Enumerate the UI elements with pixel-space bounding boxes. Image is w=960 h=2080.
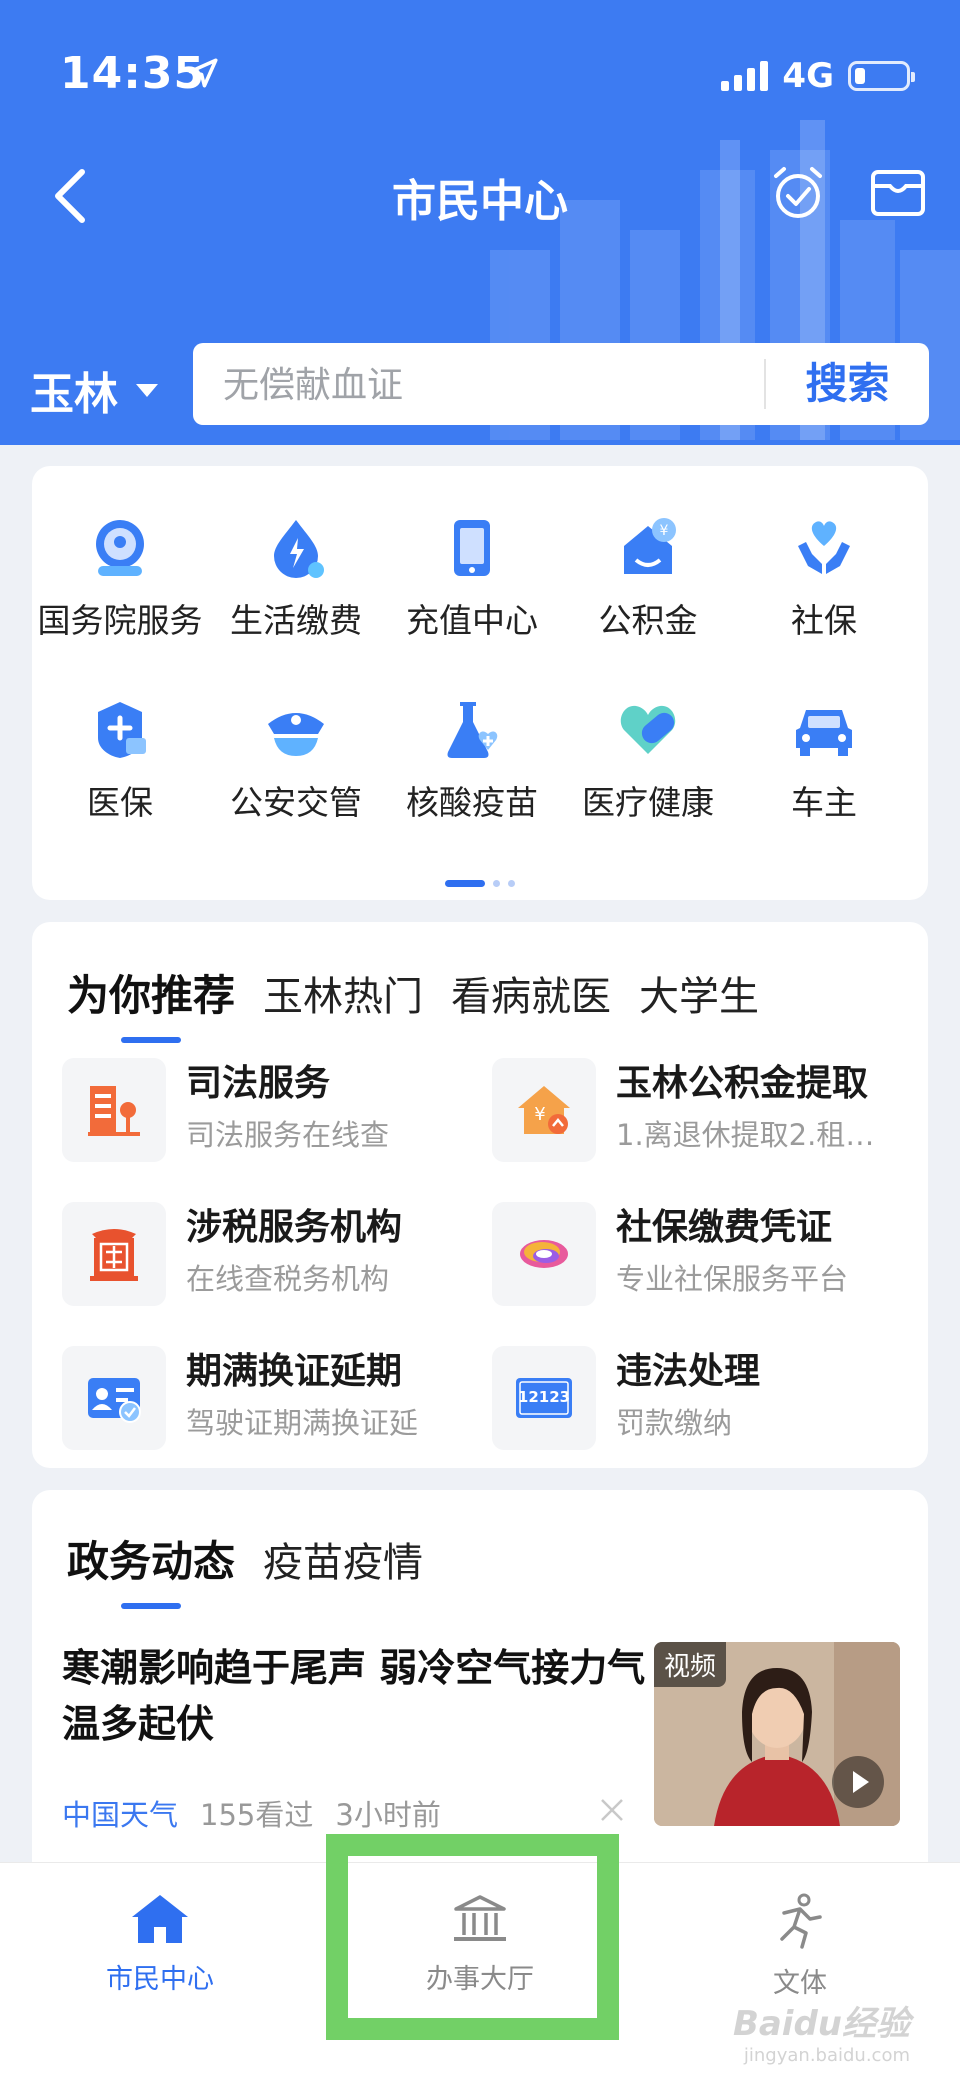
tab-see-doctor[interactable]: 看病就医 [451, 964, 611, 1022]
status-time: 14:35 [60, 48, 206, 99]
home-icon [132, 1895, 188, 1943]
tab-yulin-hot[interactable]: 玉林热门 [263, 964, 423, 1022]
service-tax-office[interactable]: 涉税服务机构 在线查税务机构 [62, 1198, 482, 1306]
news-time: 3小时前 [335, 1798, 441, 1832]
grid-item-social-security[interactable]: 社保 [736, 516, 912, 642]
recommend-tabs: 为你推荐 玉林热门 看病就医 大学生 [67, 962, 787, 1043]
government-hall-icon [454, 1895, 506, 1941]
nav-culture-sports[interactable]: 文体 [680, 1893, 920, 2000]
license-renew-icon [88, 1378, 141, 1423]
news-source: 中国天气 [62, 1798, 179, 1832]
services-card: 国务院服务 生活缴费 充值中心 ¥ 公积金 社保 医保 公安交管 核酸疫苗 医疗… [32, 466, 928, 900]
tab-college-student[interactable]: 大学生 [639, 964, 759, 1022]
close-icon[interactable] [597, 1795, 627, 1825]
fund-house-icon: ¥ [518, 1086, 570, 1134]
recommend-card: 为你推荐 玉林热门 看病就医 大学生 司法服务 司法服务在线查 ¥ 玉林公积金提… [32, 922, 928, 1468]
service-social-security-voucher[interactable]: 社保缴费凭证 专业社保服务平台 [492, 1198, 912, 1306]
dropdown-triangle-icon [136, 383, 158, 397]
grid-item-nucleic-vaccine[interactable]: 核酸疫苗 [384, 698, 560, 824]
state-council-icon [96, 520, 144, 576]
service-traffic-violation[interactable]: 12123 违法处理 罚款缴纳 [492, 1342, 912, 1450]
nav-citizen-center[interactable]: 市民中心 [40, 1893, 280, 1996]
police-traffic-icon [268, 713, 324, 756]
signal-icon [721, 61, 769, 91]
search-bar: 搜索 [193, 343, 929, 427]
baidu-watermark: Baidu经验 jingyan.baidu.com [732, 2004, 910, 2066]
social-security-icon [798, 521, 850, 574]
tab-vaccine-epidemic[interactable]: 疫苗疫情 [263, 1530, 423, 1588]
page-indicator [32, 880, 928, 887]
tab-for-you[interactable]: 为你推荐 [67, 962, 235, 1043]
grid-item-car-owner[interactable]: 车主 [736, 698, 912, 824]
traffic-12123-icon: 12123 [516, 1378, 572, 1418]
status-indicators: 4G [721, 56, 915, 96]
svg-text:¥: ¥ [534, 1104, 545, 1125]
medical-health-icon [620, 705, 676, 754]
news-headline[interactable]: 寒潮影响趋于尾声 弱冷空气接力气温多起伏 [62, 1640, 662, 1752]
bottom-nav: 市民中心 办事大厅 文体 Baidu经验 jingyan.baidu.com [0, 1862, 960, 2080]
alarm-check-icon[interactable] [766, 160, 830, 224]
housing-fund-icon: ¥ [624, 518, 676, 574]
video-thumbnail[interactable]: 视频 [654, 1642, 900, 1826]
car-owner-icon [796, 710, 852, 756]
grid-item-phone-topup[interactable]: 充值中心 [384, 516, 560, 642]
phone-topup-icon [454, 520, 490, 576]
nav-service-hall[interactable]: 办事大厅 [360, 1893, 600, 1996]
justice-building-icon [88, 1086, 140, 1136]
header-bar: 14:35 4G 市民中心 玉林 搜索 [0, 0, 960, 445]
grid-item-housing-fund[interactable]: ¥ 公积金 [560, 516, 736, 642]
grid-item-medical-insurance[interactable]: 医保 [32, 698, 208, 824]
svg-text:¥: ¥ [660, 523, 669, 539]
video-badge: 视频 [654, 1642, 727, 1687]
grid-item-police-traffic[interactable]: 公安交管 [208, 698, 384, 824]
news-card: 政务动态 疫苗疫情 寒潮影响趋于尾声 弱冷空气接力气温多起伏 中国天气 155看… [32, 1490, 928, 1910]
city-name: 玉林 [30, 369, 118, 420]
network-type: 4G [782, 56, 834, 96]
running-person-icon [780, 1893, 822, 1949]
medical-insurance-icon [98, 702, 146, 758]
news-views: 155看过 [200, 1798, 314, 1832]
grid-item-medical-health[interactable]: 医疗健康 [560, 698, 736, 824]
location-arrow-icon [188, 58, 218, 88]
play-icon[interactable] [832, 1756, 884, 1808]
card-holder-icon[interactable] [866, 160, 930, 224]
tab-gov-news[interactable]: 政务动态 [67, 1528, 235, 1609]
battery-icon [848, 61, 915, 91]
grid-item-state-council[interactable]: 国务院服务 [32, 516, 208, 642]
city-selector[interactable]: 玉林 [30, 358, 158, 422]
utility-bill-icon [274, 520, 324, 578]
service-fund-withdraw[interactable]: ¥ 玉林公积金提取 1.离退休提取2.租… [492, 1054, 912, 1162]
tax-office-icon [90, 1229, 138, 1281]
news-meta: 中国天气 155看过 3小时前 [62, 1792, 441, 1834]
service-justice[interactable]: 司法服务 司法服务在线查 [62, 1054, 482, 1162]
service-license-renew[interactable]: 期满换证延期 驾驶证期满换证延 [62, 1342, 482, 1450]
search-button[interactable]: 搜索 [766, 343, 929, 425]
news-tabs: 政务动态 疫苗疫情 [67, 1528, 451, 1609]
social-security-logo-icon [520, 1240, 568, 1268]
search-input[interactable] [221, 343, 725, 427]
svg-text:12123: 12123 [518, 1388, 570, 1406]
nucleic-vaccine-icon [447, 702, 498, 758]
grid-item-utility-bill[interactable]: 生活缴费 [208, 516, 384, 642]
